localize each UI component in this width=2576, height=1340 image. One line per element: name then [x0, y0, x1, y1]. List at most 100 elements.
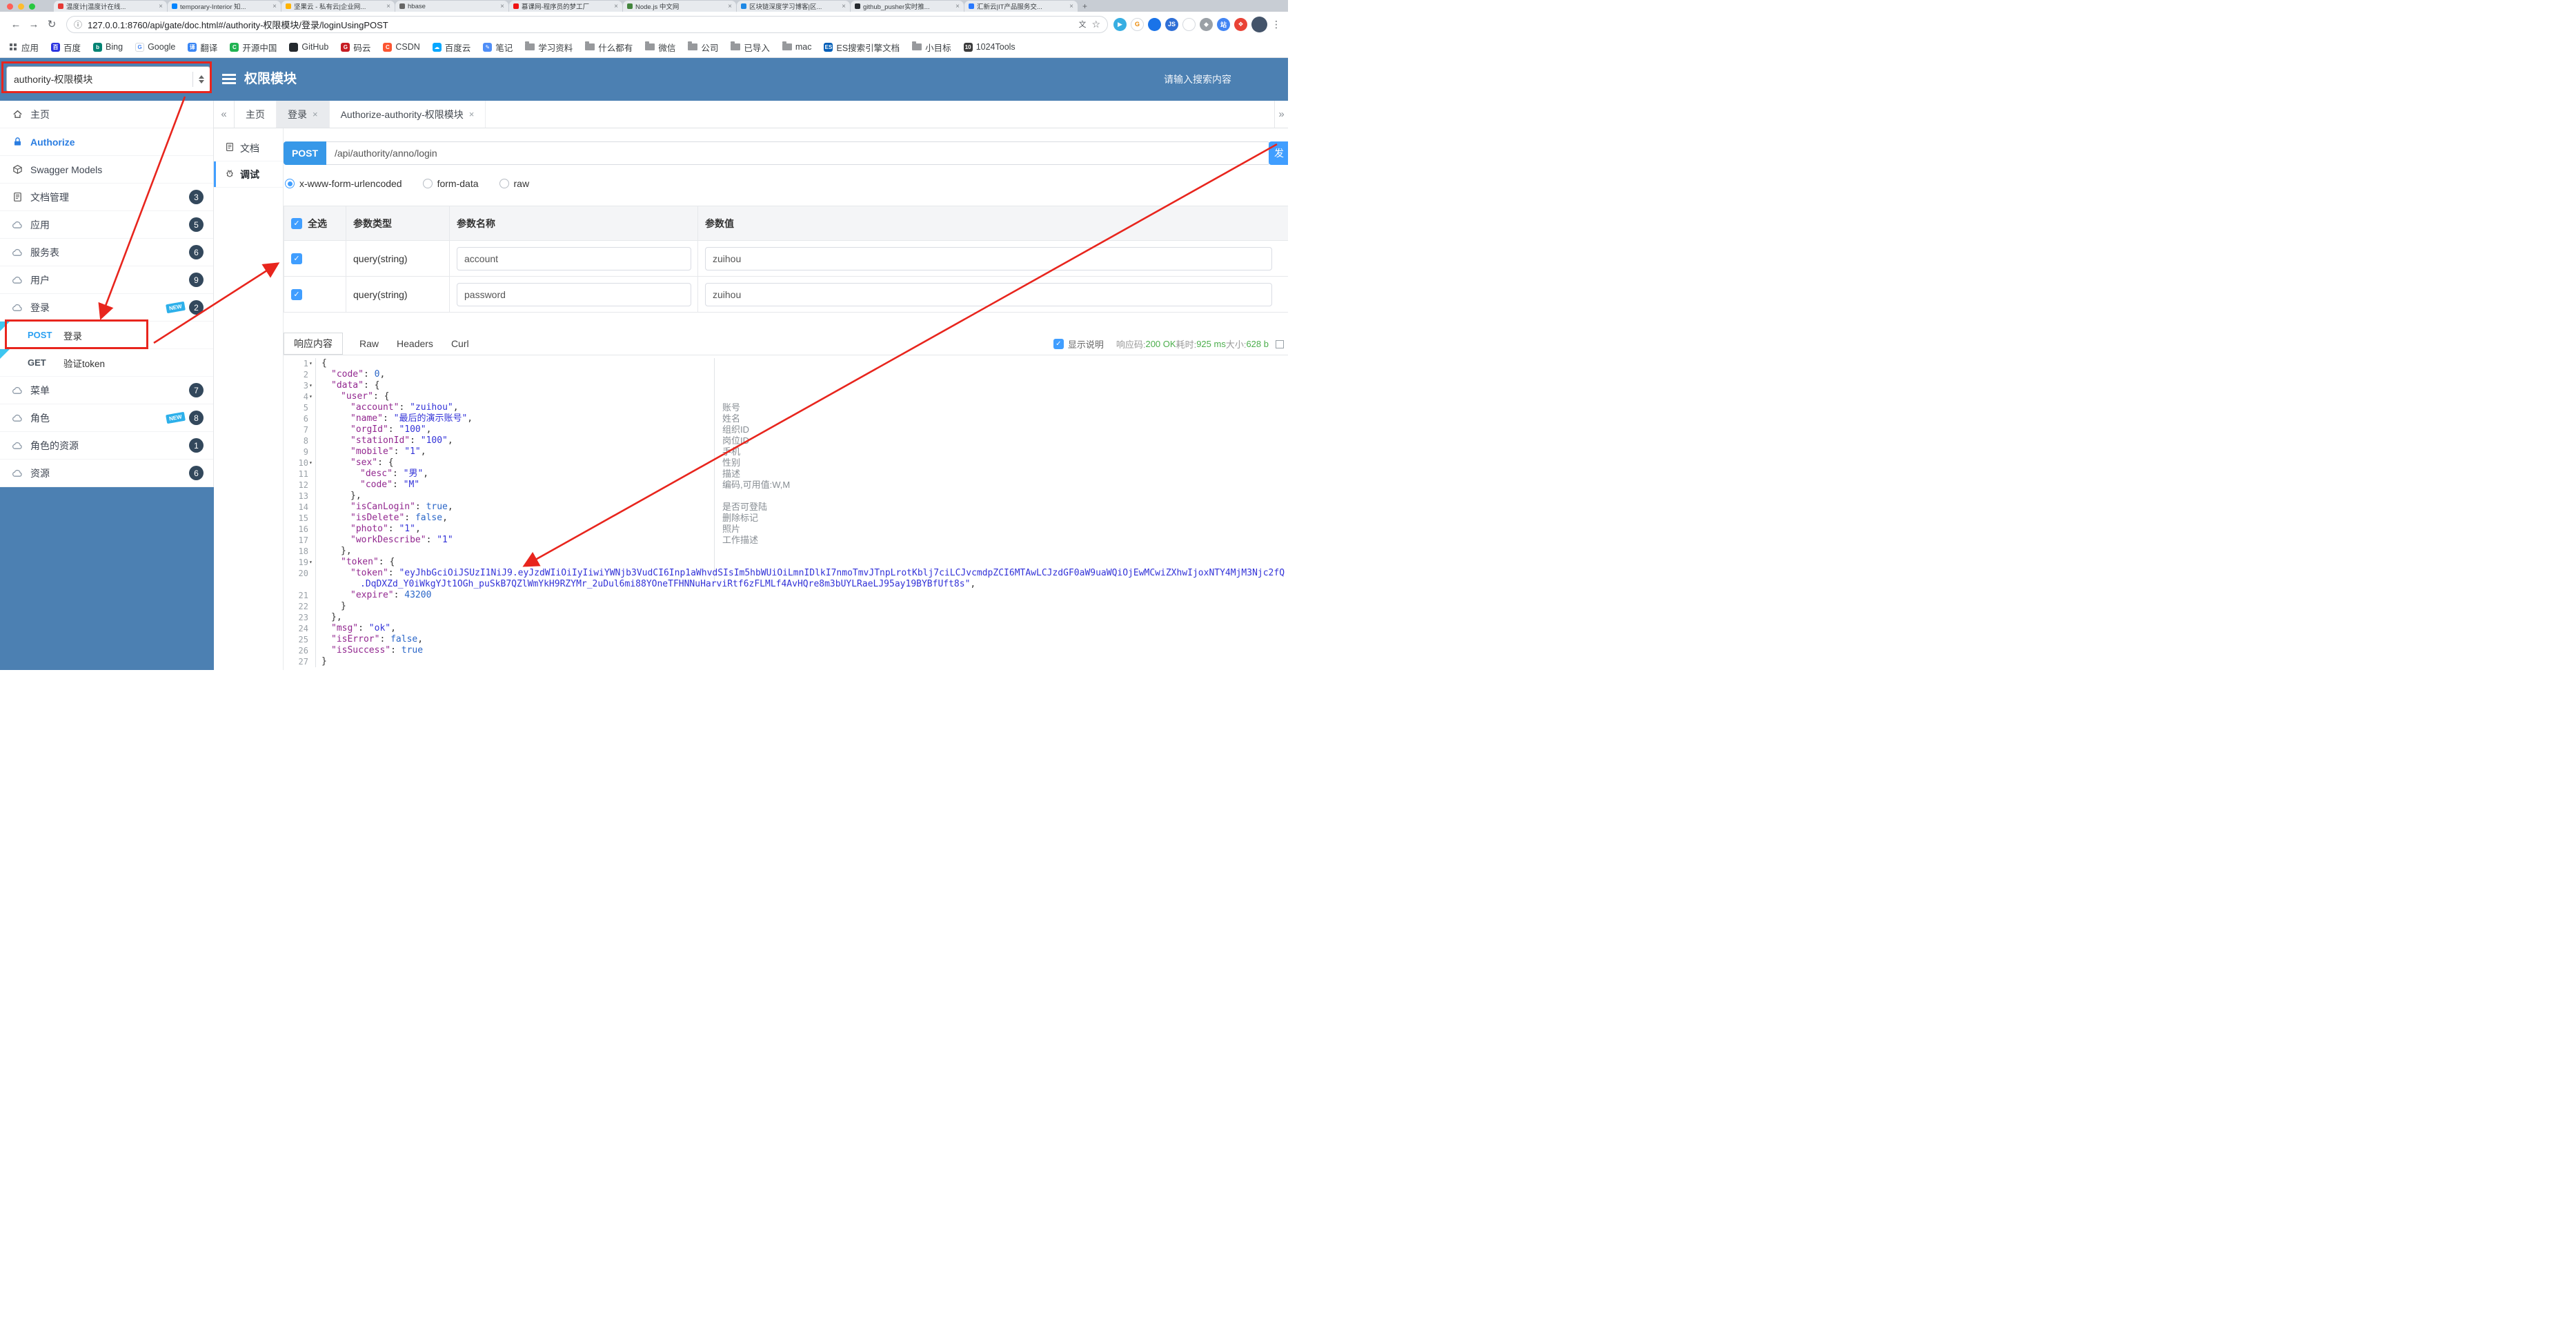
browser-tab[interactable]: 汇新云|IT产品服务交... × [964, 1, 1078, 12]
bookmark-star-icon[interactable]: ☆ [1091, 19, 1100, 30]
send-request-button[interactable]: 发 [1269, 141, 1288, 165]
back-icon[interactable]: ← [7, 19, 25, 30]
bookmark-item[interactable]: b Bing [93, 42, 123, 52]
content-type-radio-raw[interactable]: raw [499, 178, 529, 189]
bookmark-item[interactable]: ☁ 百度云 [432, 41, 470, 54]
sidebar-item-11[interactable]: 角色 NEW 8 [0, 404, 213, 432]
content-tab-2[interactable]: Authorize-authority-权限模块 × [330, 101, 486, 128]
content-tab-1[interactable]: 登录 × [277, 101, 330, 128]
collapse-caret-icon[interactable]: ▾ [309, 457, 315, 469]
row-checkbox[interactable]: ✓ [291, 289, 302, 301]
collapse-caret-icon[interactable]: ▾ [309, 380, 315, 391]
browser-tab[interactable]: 区块链深度学习博客|区... × [737, 1, 850, 12]
collapse-caret-icon[interactable]: ▾ [309, 557, 315, 568]
response-tab-Raw[interactable]: Raw [359, 338, 379, 349]
tab-close-icon[interactable]: × [1069, 3, 1073, 10]
profile-avatar[interactable] [1251, 16, 1267, 32]
sidebar-item-12[interactable]: 角色的资源 1 [0, 432, 213, 460]
tab-close-icon[interactable]: × [386, 3, 390, 10]
browser-tab[interactable]: Node.js 中文网 × [623, 1, 736, 12]
sidebar-item-13[interactable]: 资源 6 [0, 460, 213, 487]
sidebar-endpoint-post-登录[interactable]: POST 登录 [0, 322, 213, 349]
extension-icon-7[interactable]: 站 [1217, 17, 1230, 31]
browser-tab[interactable]: 温度计|温度计在线... × [54, 1, 167, 12]
url-text[interactable]: 127.0.0.1:8760/api/gate/doc.html#/author… [88, 18, 1073, 31]
address-bar[interactable]: ⓘ 127.0.0.1:8760/api/gate/doc.html#/auth… [66, 15, 1108, 33]
tab-close-icon[interactable]: × [469, 109, 475, 119]
bookmark-item[interactable]: G Google [135, 42, 175, 52]
extension-icon-4[interactable]: JS [1165, 17, 1178, 31]
param-name-input[interactable] [457, 246, 691, 270]
translate-icon[interactable]: 文 [1078, 19, 1086, 30]
tab-document[interactable]: 文档 [214, 135, 283, 161]
show-description-checkbox[interactable]: ✓ [1053, 339, 1064, 349]
site-info-icon[interactable]: ⓘ [74, 19, 82, 30]
tab-close-icon[interactable]: × [313, 109, 318, 119]
bookmark-item[interactable]: 学习资料 [525, 41, 573, 54]
sidebar-item-7[interactable]: 登录 NEW 2 [0, 294, 213, 322]
forward-icon[interactable]: → [25, 19, 43, 30]
select-all-checkbox[interactable]: ✓ [291, 217, 302, 229]
minimize-window-icon[interactable] [18, 3, 24, 10]
bookmark-item[interactable]: 小目标 [912, 41, 951, 54]
sidebar-item-4[interactable]: 应用 5 [0, 211, 213, 239]
bookmark-item[interactable]: 微信 [645, 41, 675, 54]
tab-close-icon[interactable]: × [273, 3, 277, 10]
tab-close-icon[interactable]: × [614, 3, 618, 10]
browser-tab[interactable]: 坚果云 - 私有云|企业网... × [281, 1, 395, 12]
bookmark-item[interactable]: mac [782, 41, 811, 52]
extension-icon-8[interactable]: ❖ [1234, 17, 1247, 31]
extension-icon-1[interactable]: ▶ [1113, 17, 1127, 31]
content-type-radio-form-data[interactable]: form-data [422, 178, 479, 189]
collapse-caret-icon[interactable]: ▾ [309, 391, 315, 402]
browser-tab[interactable]: hbase × [395, 1, 508, 12]
menu-toggle-icon[interactable] [222, 74, 236, 76]
tab-close-icon[interactable]: × [955, 3, 960, 10]
collapse-tabs-right-icon[interactable]: » [1274, 101, 1288, 128]
browser-tab[interactable]: github_pusher实时推... × [851, 1, 964, 12]
sidebar-item-10[interactable]: 菜单 7 [0, 377, 213, 404]
sidebar-item-2[interactable]: Swagger Models [0, 156, 213, 184]
response-tab-Headers[interactable]: Headers [397, 338, 433, 349]
bookmark-item[interactable]: C CSDN [383, 42, 420, 52]
collapse-tabs-left-icon[interactable]: « [214, 101, 235, 128]
bookmark-item[interactable]: C 开源中国 [230, 41, 277, 54]
module-select[interactable]: authority-权限模块 [6, 66, 210, 92]
close-window-icon[interactable] [7, 3, 13, 10]
bookmark-item[interactable]: 公司 [688, 41, 718, 54]
bookmark-item[interactable]: ✎ 笔记 [483, 41, 513, 54]
tab-debug[interactable]: 调试 [214, 161, 283, 188]
request-url-field[interactable] [326, 141, 1270, 165]
bookmark-item[interactable]: 百百度 [51, 41, 81, 54]
param-value-input[interactable] [705, 246, 1272, 270]
param-name-input[interactable] [457, 282, 691, 306]
bookmark-item[interactable]: 什么都有 [585, 41, 633, 54]
tab-close-icon[interactable]: × [500, 3, 504, 10]
param-value-input[interactable] [705, 282, 1272, 306]
sidebar-item-0[interactable]: 主页 [0, 101, 213, 128]
tab-close-icon[interactable]: × [159, 3, 163, 10]
content-tab-0[interactable]: 主页 [235, 101, 277, 128]
bookmark-item[interactable]: G 码云 [341, 41, 370, 54]
sidebar-item-5[interactable]: 服务表 6 [0, 239, 213, 266]
sidebar-item-1[interactable]: Authorize [0, 128, 213, 156]
extension-icon-3[interactable] [1148, 17, 1161, 31]
zoom-window-icon[interactable] [29, 3, 35, 10]
tab-close-icon[interactable]: × [842, 3, 846, 10]
collapse-caret-icon[interactable]: ▾ [309, 358, 315, 369]
bookmark-item[interactable]: 已导入 [731, 41, 770, 54]
bookmark-item[interactable]: 10 1024Tools [963, 42, 1015, 52]
bookmark-item[interactable]: ES ES搜索引擎文档 [824, 41, 900, 54]
reload-icon[interactable]: ↻ [43, 18, 61, 30]
extension-icon-2[interactable]: G [1131, 17, 1144, 31]
response-tab-Curl[interactable]: Curl [451, 338, 469, 349]
sidebar-item-6[interactable]: 用户 9 [0, 266, 213, 294]
response-tab-响应内容[interactable]: 响应内容 [284, 333, 343, 355]
content-type-radio-x-www-form-urlencoded[interactable]: x-www-form-urlencoded [285, 178, 402, 189]
browser-tab[interactable]: temporary-Interior 知... × [168, 1, 281, 12]
search-input[interactable] [1164, 74, 1254, 85]
fullscreen-icon[interactable] [1276, 339, 1284, 348]
browser-tab[interactable]: 慕课网-程序员的梦工厂 × [509, 1, 622, 12]
sidebar-item-3[interactable]: 文档管理 3 [0, 184, 213, 211]
bookmark-item[interactable]: GitHub [289, 42, 328, 52]
